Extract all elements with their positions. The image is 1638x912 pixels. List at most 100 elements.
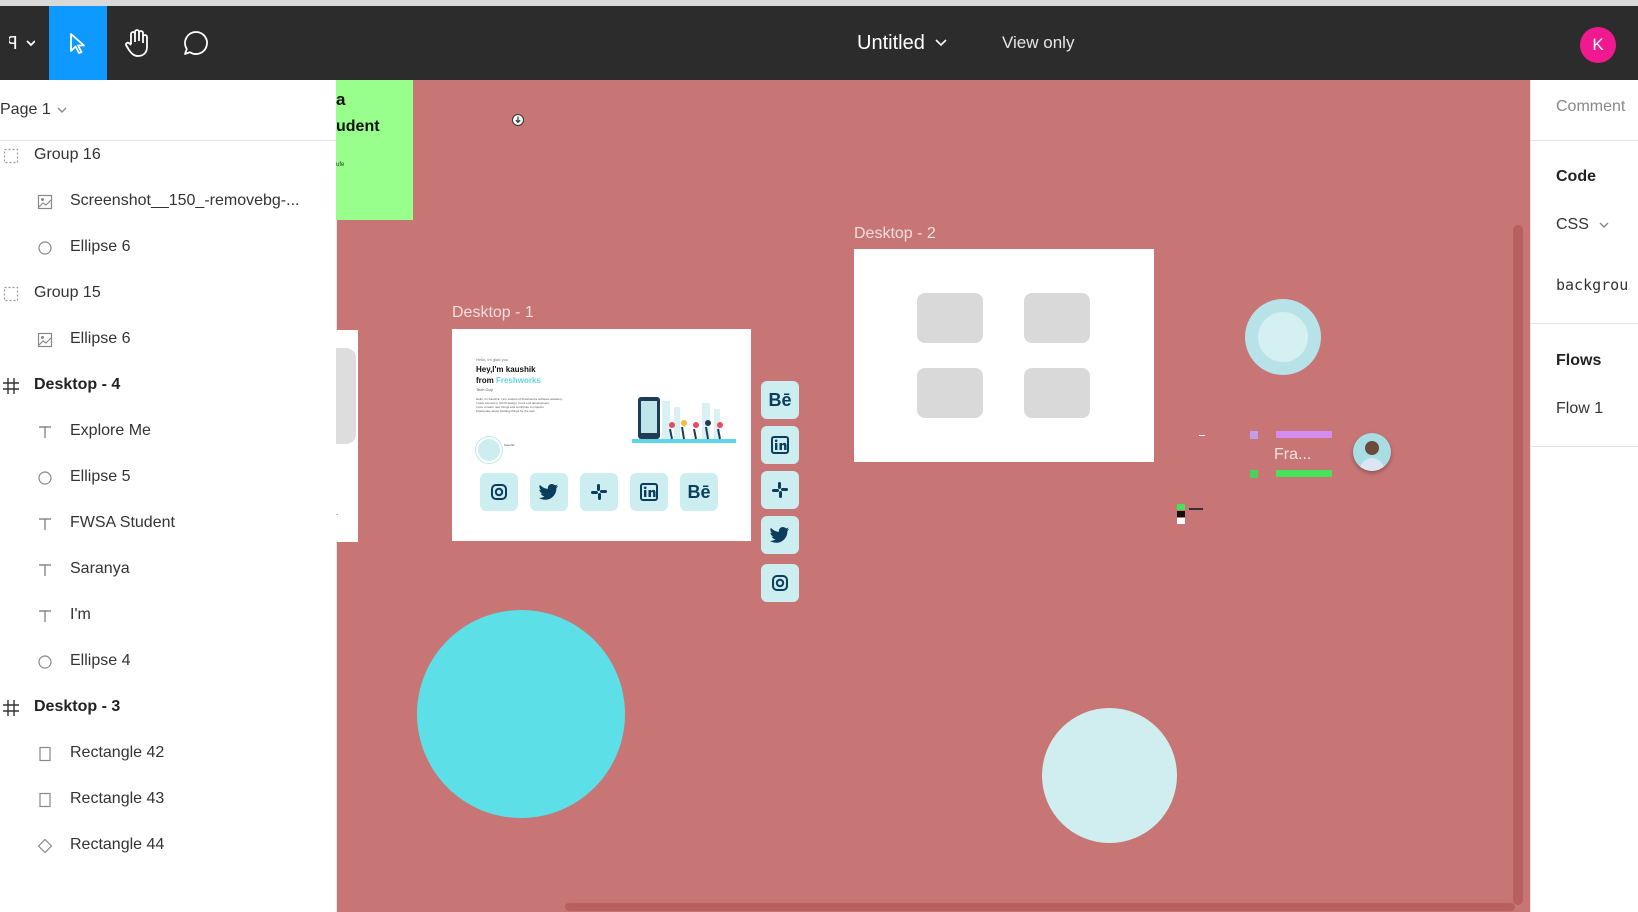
frame-text-name: a bbox=[336, 90, 346, 109]
desktop-3-frame[interactable]: . bbox=[336, 330, 358, 542]
hero-heading-prefix: from bbox=[476, 376, 496, 385]
css-language-select[interactable]: CSS bbox=[1556, 216, 1609, 234]
linkedin-icon[interactable] bbox=[761, 426, 799, 464]
page-selector-label: Page 1 bbox=[0, 101, 51, 118]
divider bbox=[1531, 140, 1638, 141]
text-icon bbox=[36, 515, 54, 533]
frame-text-small: ufe bbox=[336, 162, 345, 168]
code-heading: Code bbox=[1556, 168, 1596, 185]
ellipse-icon bbox=[36, 469, 54, 487]
chevron-down-icon bbox=[935, 39, 947, 47]
comment-bubble-icon bbox=[184, 31, 208, 55]
group-icon bbox=[2, 147, 20, 165]
layer-row[interactable]: FWSA Student bbox=[0, 500, 336, 548]
slack-icon[interactable] bbox=[761, 471, 799, 509]
file-title-button[interactable]: Untitled bbox=[857, 6, 947, 80]
flow-item[interactable]: Flow 1 bbox=[1556, 400, 1603, 418]
hero-tagline: Tech Guy bbox=[476, 387, 493, 392]
instagram-icon[interactable] bbox=[480, 473, 518, 511]
mini-swatches[interactable] bbox=[1177, 504, 1207, 530]
twitter-icon[interactable] bbox=[530, 473, 568, 511]
layer-row[interactable]: Saranya bbox=[0, 546, 336, 594]
layer-row[interactable]: Explore Me bbox=[0, 408, 336, 456]
layer-row[interactable]: Ellipse 6 bbox=[0, 316, 336, 364]
layer-row[interactable]: Rectangle 42 bbox=[0, 730, 336, 778]
image-icon bbox=[36, 331, 54, 349]
layer-row[interactable]: I'm bbox=[0, 592, 336, 640]
avatar-photo[interactable] bbox=[1353, 433, 1391, 471]
layer-label: Desktop - 4 bbox=[34, 376, 121, 393]
hero-illustration bbox=[632, 397, 736, 443]
layer-row[interactable]: Group 16 bbox=[0, 132, 336, 180]
instagram-icon[interactable] bbox=[761, 564, 799, 602]
layer-row[interactable]: Screenshot__150_-removebg-... bbox=[0, 178, 336, 226]
mini-frame-group[interactable]: . Fra... bbox=[1250, 422, 1334, 482]
layer-row[interactable]: Group 15 bbox=[0, 270, 336, 318]
layer-label: Rectangle 44 bbox=[70, 836, 165, 853]
behance-icon[interactable]: Bē bbox=[761, 381, 799, 419]
layer-label: FWSA Student bbox=[70, 514, 175, 531]
behance-glyph: Bē bbox=[768, 389, 792, 410]
frame-label-desktop-2[interactable]: Desktop - 2 bbox=[854, 225, 936, 243]
css-background-property[interactable]: backgrou bbox=[1556, 276, 1628, 294]
ellipse-icon bbox=[36, 653, 54, 671]
avatar[interactable]: K bbox=[1580, 27, 1616, 63]
twitter-icon[interactable] bbox=[761, 516, 799, 554]
file-title: Untitled bbox=[857, 31, 925, 54]
rectangle-tile bbox=[917, 368, 983, 418]
divider bbox=[1531, 446, 1638, 447]
text-icon bbox=[36, 561, 54, 579]
comment-tab[interactable]: Comment bbox=[1556, 98, 1625, 116]
vertical-scrollbar[interactable] bbox=[1513, 225, 1523, 905]
cursor-arrow-icon bbox=[70, 33, 85, 54]
swatch-white bbox=[1177, 518, 1185, 524]
layer-row[interactable]: Desktop - 4 bbox=[0, 362, 336, 410]
layer-row[interactable]: Ellipse 5 bbox=[0, 454, 336, 502]
mini-frame-label: Fra... bbox=[1274, 446, 1312, 463]
hand-tool-button[interactable] bbox=[108, 6, 166, 80]
divider bbox=[1531, 323, 1638, 324]
frame-label-desktop-1[interactable]: Desktop - 1 bbox=[452, 304, 534, 322]
layer-row[interactable]: Desktop - 3 bbox=[0, 684, 336, 732]
desktop-1-frame[interactable]: Hello, Im glad you Hey,I'm kaushik from … bbox=[452, 329, 751, 541]
layer-label: Ellipse 6 bbox=[70, 238, 131, 255]
layer-label: Ellipse 6 bbox=[70, 330, 131, 347]
horizontal-scrollbar[interactable] bbox=[565, 903, 1515, 911]
figma-logo-icon: ꟼ bbox=[9, 33, 35, 53]
text-icon bbox=[36, 423, 54, 441]
layer-row[interactable]: Rectangle 43 bbox=[0, 776, 336, 824]
layer-row[interactable]: Ellipse 4 bbox=[0, 638, 336, 686]
layer-label: Rectangle 43 bbox=[70, 790, 165, 807]
hero-heading-line2: from Freshworks bbox=[476, 376, 541, 385]
mini-square bbox=[1250, 431, 1258, 439]
svg-text:ꟼ: ꟼ bbox=[9, 33, 18, 53]
slack-icon[interactable] bbox=[580, 473, 618, 511]
ellipse-large-cyan[interactable] bbox=[417, 610, 625, 818]
profile-sig: Kaushik bbox=[504, 443, 515, 447]
ellipse-light[interactable] bbox=[1042, 708, 1177, 843]
main-menu-button[interactable]: ꟼ bbox=[0, 6, 44, 80]
frame-placeholder-block bbox=[336, 348, 356, 444]
rectangle-tile bbox=[917, 293, 983, 343]
layer-row[interactable]: Rectangle 44 bbox=[0, 822, 336, 870]
layer-label: I'm bbox=[70, 606, 91, 623]
linkedin-icon[interactable] bbox=[630, 473, 668, 511]
desktop-4-frame[interactable]: a udent ufe bbox=[336, 80, 413, 220]
mini-bar-green bbox=[1276, 470, 1332, 477]
hand-icon bbox=[125, 29, 148, 57]
move-tool-button[interactable] bbox=[49, 6, 107, 80]
diamond-icon bbox=[36, 837, 54, 855]
comment-tool-button[interactable] bbox=[167, 6, 225, 80]
chevron-down-icon bbox=[57, 107, 67, 113]
mini-line bbox=[1199, 435, 1205, 436]
download-cursor-icon bbox=[511, 113, 525, 132]
chevron-down-icon bbox=[1599, 222, 1609, 228]
layer-row[interactable]: Ellipse 6 bbox=[0, 224, 336, 272]
layer-label: Rectangle 42 bbox=[70, 744, 165, 761]
desktop-2-frame[interactable] bbox=[854, 249, 1154, 462]
behance-icon[interactable]: Bē bbox=[680, 473, 718, 511]
rectangle-icon bbox=[36, 791, 54, 809]
flows-heading: Flows bbox=[1556, 352, 1602, 369]
layer-label: Group 15 bbox=[34, 284, 101, 301]
hero-heading-line1: Hey,I'm kaushik bbox=[476, 365, 536, 374]
